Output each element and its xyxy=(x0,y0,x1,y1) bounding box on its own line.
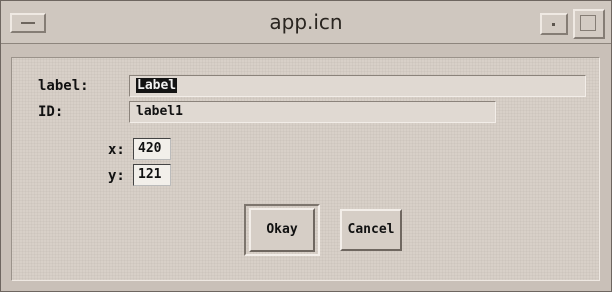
label-input[interactable]: Label xyxy=(129,75,586,97)
window-title: app.icn xyxy=(269,10,343,34)
x-caption: x: xyxy=(108,142,125,158)
id-caption: ID: xyxy=(38,104,64,120)
dialog-window: app.icn label: Label ID: label1 x: 420 y… xyxy=(0,0,612,292)
title-bar[interactable]: app.icn xyxy=(1,1,611,44)
label-caption: label: xyxy=(38,78,89,94)
cancel-button[interactable]: Cancel xyxy=(340,209,402,251)
maximize-icon[interactable] xyxy=(573,9,605,39)
okay-button[interactable]: Okay xyxy=(249,208,315,252)
minimize-icon[interactable] xyxy=(540,13,568,35)
dialog-body: label: Label ID: label1 x: 420 y: 121 Ok… xyxy=(11,57,600,281)
id-input[interactable]: label1 xyxy=(129,101,496,123)
minimize-dot xyxy=(552,23,555,26)
x-input[interactable]: 420 xyxy=(133,138,171,160)
label-input-value: Label xyxy=(136,78,178,93)
y-input[interactable]: 121 xyxy=(133,164,171,186)
y-caption: y: xyxy=(108,168,125,184)
maximize-box xyxy=(580,15,596,31)
